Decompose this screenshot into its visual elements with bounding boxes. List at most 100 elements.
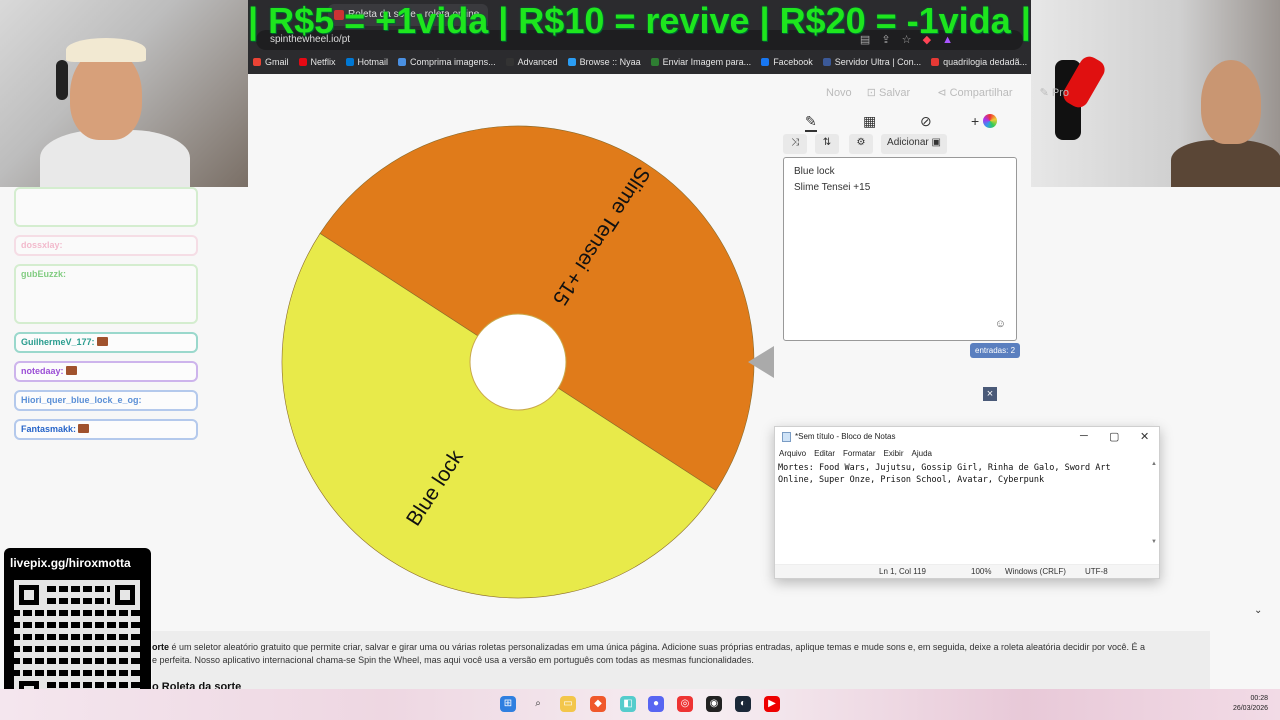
emote-icon: [78, 424, 90, 433]
browser-tab[interactable]: Roleta da sorte - roleta online ×: [328, 4, 488, 26]
reader-icon[interactable]: ▤: [860, 34, 870, 46]
bookmark-favicon-icon: [650, 58, 659, 66]
headphone-left: [56, 60, 68, 100]
bookmark-favicon-icon: [345, 58, 354, 66]
add-image-button[interactable]: Adicionar ▣: [881, 134, 947, 154]
youtube-icon[interactable]: ▶: [764, 696, 780, 712]
bookmark-item[interactable]: Facebook: [756, 52, 818, 67]
bookmark-item[interactable]: Browse :: Nyaa: [563, 52, 646, 67]
bookmark-label: Gmail: [265, 57, 289, 67]
windows-start-icon[interactable]: ⊞: [500, 696, 516, 712]
wheel-pointer: [748, 346, 774, 378]
notepad-menu-item[interactable]: Exibir: [883, 449, 903, 458]
bookmark-item[interactable]: Gmail: [248, 52, 294, 67]
bookmark-label: Enviar Imagem para...: [662, 57, 752, 67]
bookmark-label: quadrilogia dedadã...: [943, 57, 1028, 67]
minimize-button[interactable]: ─: [1080, 430, 1088, 442]
bookmark-label: Facebook: [773, 57, 813, 67]
bookmark-icon[interactable]: ☆: [902, 34, 912, 46]
hide-tab-eye-icon[interactable]: ⊘: [920, 113, 932, 130]
tab-close-icon[interactable]: ×: [473, 8, 480, 22]
pro-label: Pro: [1051, 87, 1069, 99]
chat-username: Fantasmakk:: [21, 424, 77, 434]
chat-message: Fantasmakk:: [14, 419, 198, 440]
entries-textarea[interactable]: Blue lock Slime Tensei +15 ☺: [783, 157, 1017, 341]
spin-wheel[interactable]: Slime Tensei +15Blue lock: [272, 116, 764, 608]
bookmark-label: Comprima imagens...: [410, 57, 496, 67]
obs-icon[interactable]: ◉: [706, 696, 722, 712]
bookmark-favicon-icon: [761, 58, 770, 66]
bookmark-favicon-icon: [253, 58, 261, 66]
bookmark-label: Hotmail: [357, 57, 389, 67]
settings-icon[interactable]: ⚙: [849, 134, 873, 154]
search-icon[interactable]: ⌕: [530, 696, 546, 712]
qr-code: [14, 580, 140, 706]
save-button[interactable]: ⊡ Salvar: [867, 87, 922, 99]
edit-tab-pencil-icon[interactable]: ✎: [805, 113, 817, 132]
notepad-menu-item[interactable]: Ajuda: [912, 449, 932, 458]
chat-message: [14, 187, 198, 227]
new-button[interactable]: Novo: [826, 87, 852, 99]
description-text: é um seletor aleatório gratuito que perm…: [169, 642, 1146, 652]
page-description: orte é um seletor aleatório gratuito que…: [152, 631, 1210, 693]
bookmark-item[interactable]: Servidor Ultra | Con...: [818, 52, 926, 67]
notepad-text-area[interactable]: Mortes: Food Wars, Jujutsu, Gossip Girl,…: [778, 462, 1128, 486]
notepad-menu-item[interactable]: Arquivo: [779, 449, 806, 458]
cap: [66, 38, 146, 62]
results-tab-clipboard-icon[interactable]: ▦: [863, 113, 876, 130]
sort-icon[interactable]: ⇅: [815, 134, 839, 154]
bookmark-favicon-icon: [822, 58, 831, 66]
bookmarks-bar: Gmail Netflix Hotmail Comprima imagens... Ad…: [248, 52, 1031, 74]
share-label: Compartilhar: [949, 87, 1013, 99]
steam-icon[interactable]: ◐: [735, 696, 751, 712]
notepad-title: *Sem título - Bloco de Notas: [795, 432, 896, 441]
bookmark-item[interactable]: Enviar Imagem para...: [646, 52, 757, 67]
rewards-icon[interactable]: ▲: [942, 34, 953, 46]
chat-username: dossxlay:: [21, 240, 63, 250]
bookmark-item[interactable]: Netflix: [294, 52, 341, 67]
notepad-menu-item[interactable]: Editar: [814, 449, 835, 458]
notepad-titlebar[interactable]: *Sem título - Bloco de Notas ─ ▢ ✕: [775, 427, 1159, 447]
close-icon[interactable]: ×: [983, 387, 997, 401]
tab-title: Roleta da sorte - roleta online: [348, 9, 480, 20]
maximize-button[interactable]: ▢: [1109, 430, 1119, 443]
shuffle-icon[interactable]: ⤨: [783, 134, 807, 154]
chrome-icon[interactable]: ◎: [677, 696, 693, 712]
notepad-menu-item[interactable]: Formatar: [843, 449, 875, 458]
entries-count-badge: entradas: 2: [970, 343, 1021, 358]
entry-line: Slime Tensei +15: [794, 182, 871, 193]
address-bar[interactable]: spinthewheel.io/pt ▤ ⇪ ☆ ◆ ▲: [256, 30, 1023, 50]
close-button[interactable]: ✕: [1140, 430, 1149, 443]
tab-bar: Roleta da sorte - roleta online ×: [248, 0, 1031, 28]
scrollbar[interactable]: ▲ ▼: [1151, 461, 1157, 561]
favicon-icon: [334, 10, 344, 20]
system-clock[interactable]: 00:28 26/03/2026: [1233, 694, 1268, 714]
chevron-down-icon[interactable]: ⌄: [1254, 605, 1262, 616]
brave-browser-icon[interactable]: ◆: [590, 696, 606, 712]
zoom-level: 100%: [971, 567, 992, 576]
chat-overlay: dossxlay: gubEuzzk: GuilhermeV_177: notedaa…: [14, 187, 198, 448]
share-button[interactable]: ⊲ Compartilhar: [937, 87, 1024, 99]
bookmark-item[interactable]: Hotmail: [341, 52, 394, 67]
file-explorer-icon[interactable]: ▭: [560, 696, 576, 712]
share-icon[interactable]: ⇪: [881, 34, 890, 46]
qr-corner: [14, 580, 44, 610]
bookmark-item[interactable]: Advanced: [501, 52, 563, 67]
brave-shield-icon[interactable]: ◆: [923, 34, 931, 46]
save-label: Salvar: [879, 87, 911, 99]
emoji-icon[interactable]: ☺: [995, 316, 1006, 332]
add-label: Adicionar: [887, 137, 929, 148]
wheel-center-hole[interactable]: [469, 313, 567, 411]
notepad-window: *Sem título - Bloco de Notas ─ ▢ ✕ Arqui…: [774, 426, 1160, 579]
bookmark-item[interactable]: quadrilogia dedadã...: [926, 52, 1031, 67]
chat-username: Hiori_quer_blue_lock_e_og:: [21, 395, 142, 405]
description-text-2: e perfeita. Nosso aplicativo internacion…: [152, 655, 754, 665]
url-text: spinthewheel.io/pt: [270, 34, 351, 45]
app-icon[interactable]: ◧: [620, 696, 636, 712]
pro-button[interactable]: ✎ Pro: [1040, 87, 1081, 99]
bookmark-item[interactable]: Comprima imagens...: [393, 52, 501, 67]
entry-line: Blue lock: [794, 166, 835, 177]
theme-tab-palette-icon[interactable]: +: [971, 113, 998, 129]
notepad-menu: Arquivo Editar Formatar Exibir Ajuda: [775, 447, 1159, 461]
discord-icon[interactable]: ●: [648, 696, 664, 712]
